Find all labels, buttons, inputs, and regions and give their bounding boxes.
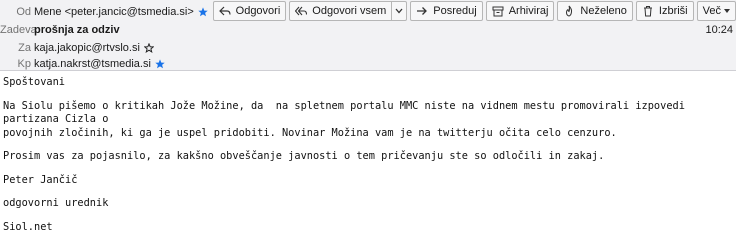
- archive-button[interactable]: Arhiviraj: [485, 1, 555, 21]
- reply-all-split: Odgovori vsem: [289, 1, 408, 21]
- body-paragraph: Na Siolu pišemo o kritikah Jože Možine, …: [3, 100, 733, 141]
- reply-button[interactable]: Odgovori: [212, 1, 287, 21]
- signature-role: odgovorni urednik: [3, 197, 109, 209]
- reply-all-label: Odgovori vsem: [312, 5, 387, 17]
- chevron-down-icon: [395, 8, 403, 14]
- message-header: Od Mene <peter.jancic@tsmedia.si> Zadeva…: [0, 0, 736, 70]
- header-divider: [0, 70, 736, 71]
- subject-value: prošnja za odziv: [34, 24, 120, 36]
- body-line: Na Siolu pišemo o kritikah Jože Možine, …: [3, 99, 692, 126]
- request-paragraph: Prosim vas za pojasnilo, za kakšno obveš…: [3, 150, 605, 162]
- cc-address-text[interactable]: katja.nakrst@tsmedia.si: [34, 58, 151, 70]
- reply-all-icon: [295, 6, 308, 16]
- from-address[interactable]: Mene <peter.jancic@tsmedia.si>: [34, 6, 208, 18]
- forward-label: Posreduj: [433, 5, 477, 17]
- to-label: Za: [18, 42, 31, 54]
- star-outline-icon[interactable]: [143, 43, 154, 53]
- message-time: 10:24: [705, 24, 733, 36]
- from-label: Od: [16, 6, 31, 18]
- message-toolbar: Odgovori Odgovori vsem Posreduj Arhivira…: [210, 1, 736, 21]
- subject-label: Zadeva: [0, 24, 37, 36]
- cc-label: Kp: [17, 58, 31, 70]
- delete-label: Izbriši: [658, 5, 688, 17]
- signature-site: Siol.net: [3, 220, 53, 233]
- body-line: povojnih zločinih, ki ga je uspel pridob…: [3, 126, 617, 139]
- junk-label: Neželeno: [580, 5, 627, 17]
- signature-name: Peter Jančič: [3, 173, 78, 186]
- reply-label: Odgovori: [235, 5, 281, 17]
- to-address[interactable]: kaja.jakopic@rtvslo.si: [34, 42, 154, 54]
- junk-button[interactable]: Neželeno: [557, 1, 633, 21]
- trash-icon: [643, 6, 652, 17]
- star-filled-icon[interactable]: [198, 7, 208, 17]
- cc-address[interactable]: katja.nakrst@tsmedia.si: [34, 58, 165, 70]
- archive-icon: [492, 6, 504, 17]
- more-button[interactable]: Več: [696, 1, 736, 21]
- delete-button[interactable]: Izbriši: [635, 1, 694, 21]
- reply-all-button[interactable]: Odgovori vsem: [289, 1, 393, 21]
- reply-all-dropdown[interactable]: [392, 1, 408, 21]
- to-address-text[interactable]: kaja.jakopic@rtvslo.si: [34, 42, 140, 54]
- reply-icon: [218, 6, 231, 16]
- chevron-down-icon: [724, 9, 730, 13]
- from-address-text[interactable]: Mene <peter.jancic@tsmedia.si>: [34, 6, 194, 18]
- message-body: Spoštovani Na Siolu pišemo o kritikah Jo…: [3, 76, 733, 244]
- from-row: Od Mene <peter.jancic@tsmedia.si>: [0, 3, 208, 21]
- forward-icon: [417, 7, 428, 15]
- junk-flame-icon: [566, 5, 573, 17]
- forward-button[interactable]: Posreduj: [410, 1, 483, 21]
- subject-row: Zadeva prošnja za odziv: [0, 21, 120, 39]
- more-label: Več: [702, 5, 721, 17]
- star-filled-icon[interactable]: [155, 59, 165, 69]
- archive-label: Arhiviraj: [508, 5, 549, 17]
- greeting: Spoštovani: [3, 76, 65, 88]
